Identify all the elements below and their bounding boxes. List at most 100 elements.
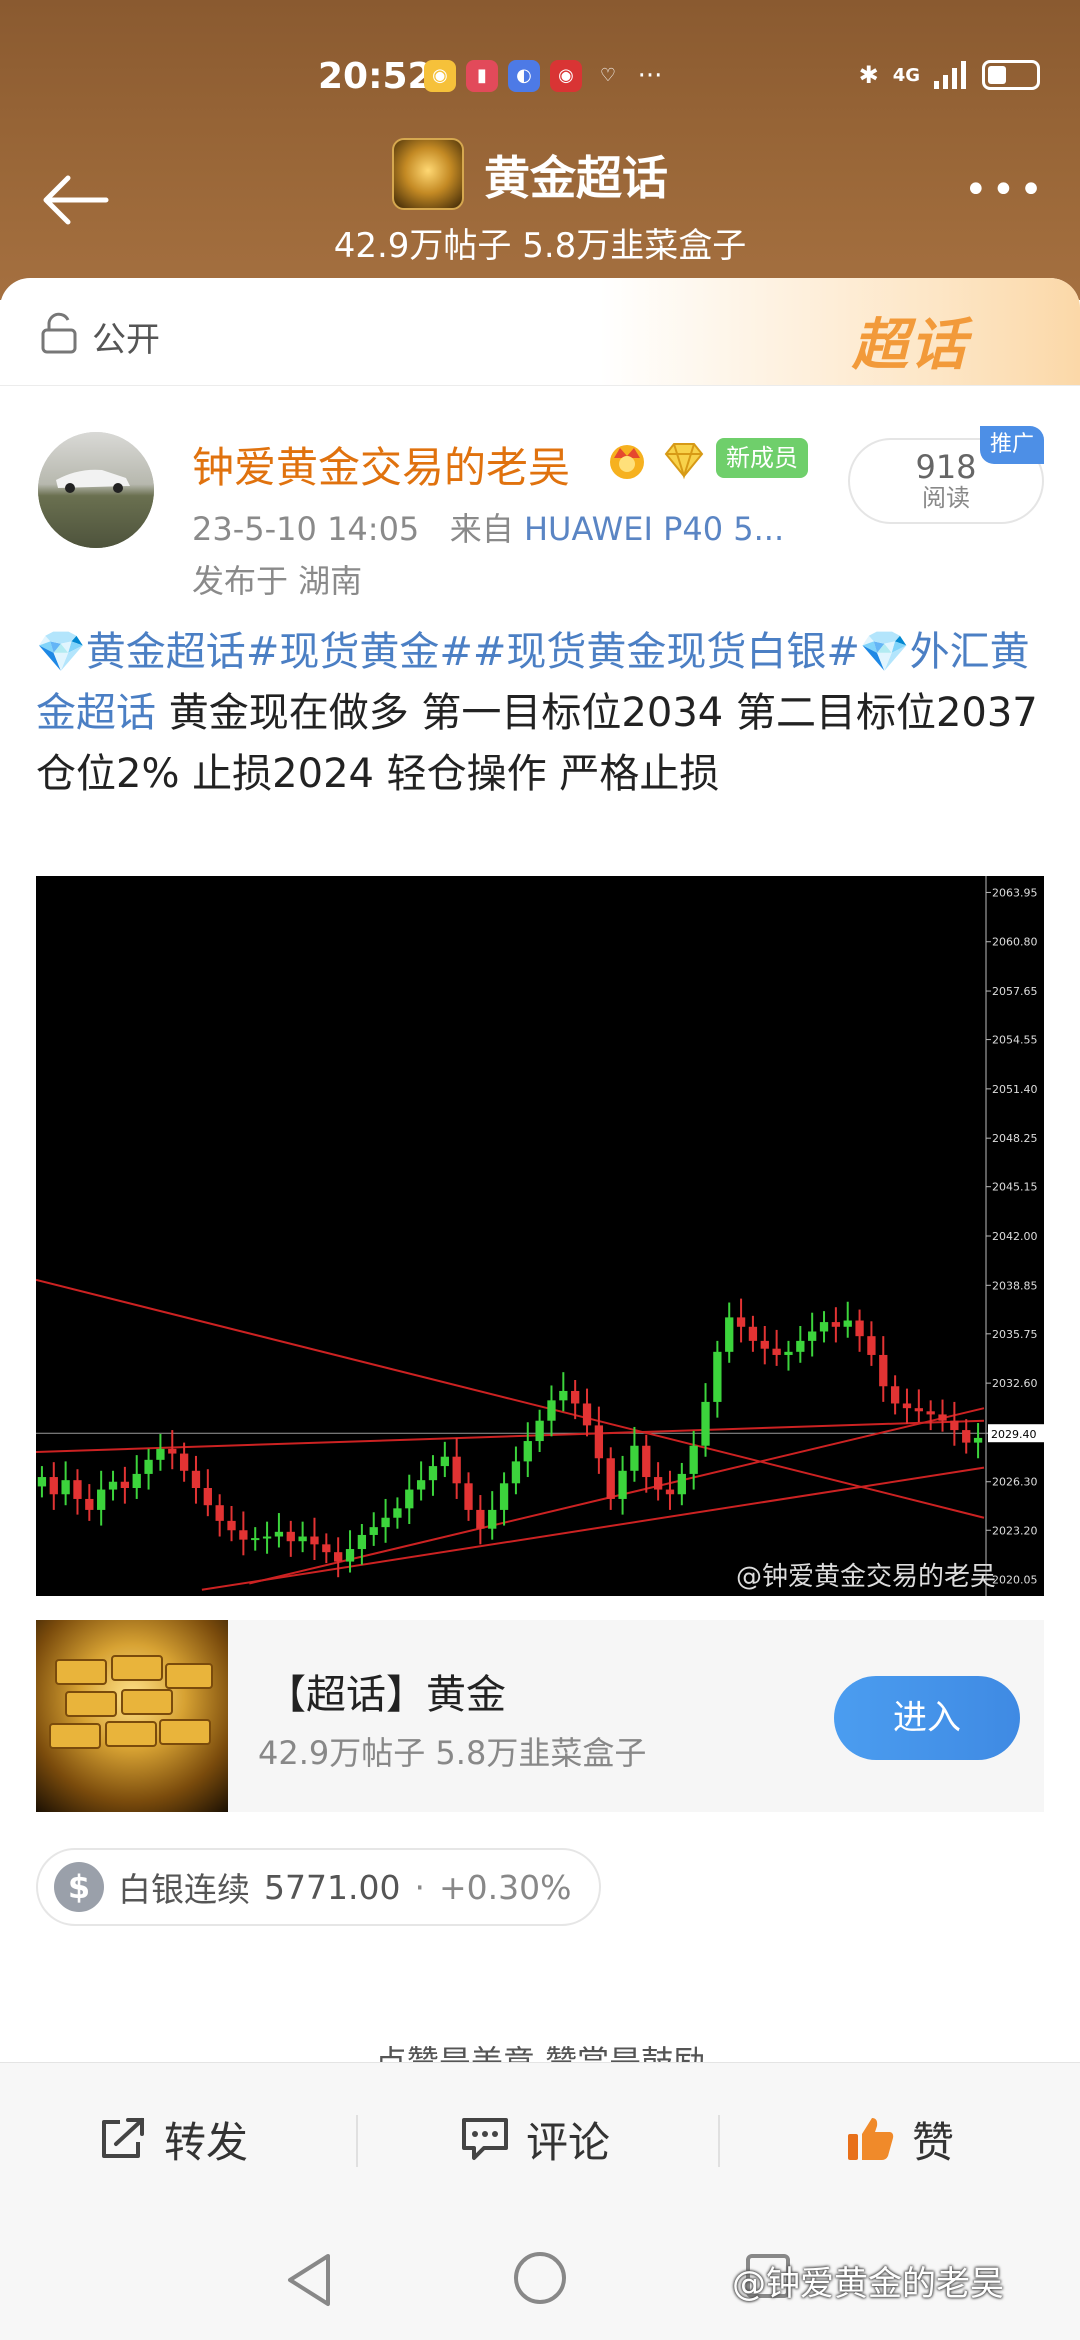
stock-name: 白银连续 <box>118 1870 250 1909</box>
candle-body <box>796 1340 805 1352</box>
candle-body <box>879 1354 888 1387</box>
candle-body <box>156 1448 165 1460</box>
candle-body <box>973 1437 983 1443</box>
unlock-icon <box>41 312 77 354</box>
candle-body <box>760 1340 769 1349</box>
post-text: 黄金现在做多 第一目标位2034 第二目标位2037 仓位2% 止损2024 轻… <box>36 690 1038 797</box>
y-tick-label: 2026.30 <box>992 1476 1038 1489</box>
divider <box>356 2115 358 2167</box>
candle-body <box>334 1552 343 1562</box>
candle-body <box>168 1448 177 1454</box>
candle-body <box>298 1536 307 1542</box>
candle-body <box>476 1509 485 1529</box>
candle-body <box>630 1445 639 1471</box>
candle-body <box>855 1320 864 1337</box>
crown-badge-icon <box>610 445 644 479</box>
repost-label: 转发 <box>164 2117 249 2167</box>
topic-card-stats: 42.9万帖子 5.8万韭菜盒子 <box>258 1734 647 1772</box>
candle-body <box>559 1390 568 1401</box>
chart-watermark: @钟爱黄金交易的老吴 <box>736 1562 997 1592</box>
candle-body <box>642 1445 651 1478</box>
candle-body <box>902 1403 912 1409</box>
more-options-icon[interactable]: ••• <box>964 170 1044 220</box>
reward-hint: 点赞是美意 赞赏是鼓励 <box>374 2043 706 2062</box>
status-app-icons: ◉ ▮ ◐ ◉ ♡ ··· <box>424 60 666 92</box>
topic-stats: 42.9万帖子 5.8万韭菜盒子 <box>333 226 747 266</box>
candle-body <box>488 1509 497 1529</box>
candle-body <box>37 1477 47 1487</box>
candle-body <box>962 1430 971 1443</box>
stock-price: 5771.00 <box>264 1867 401 1907</box>
candle-body <box>535 1420 544 1442</box>
heart-icon: ♡ <box>599 65 617 86</box>
promo-tag: 推广 <box>980 426 1044 464</box>
candle-body <box>511 1461 521 1484</box>
repost-button[interactable]: 转发 <box>98 2063 248 2215</box>
post-location: 发布于 湖南 <box>192 562 363 600</box>
candle-body <box>547 1400 556 1421</box>
candle-body <box>571 1390 580 1404</box>
candle-body <box>286 1531 295 1542</box>
topic-card[interactable]: 【超话】黄金 42.9万帖子 5.8万韭菜盒子 进入 <box>36 1620 1044 1812</box>
candle-body <box>251 1538 260 1541</box>
status-time: 20:52 <box>318 56 433 97</box>
nav-home-icon[interactable] <box>514 2252 566 2304</box>
status-bar: 20:52 ◉ ▮ ◐ ◉ ♡ ··· ✱ 4G <box>0 52 1080 102</box>
candle-body <box>677 1473 686 1495</box>
candle-body <box>618 1470 627 1499</box>
y-tick-label: 2042.00 <box>992 1230 1038 1243</box>
candle-body <box>405 1489 414 1509</box>
y-tick-label: 2023.20 <box>992 1524 1038 1537</box>
comment-icon <box>462 2118 508 2160</box>
candle-body <box>499 1483 509 1510</box>
post-action-bar: 转发 评论 赞 <box>0 2062 1080 2214</box>
candle-body <box>262 1536 272 1539</box>
avatar[interactable] <box>38 432 154 548</box>
enter-topic-button[interactable]: 进入 <box>834 1676 1020 1760</box>
candle-body <box>428 1466 438 1481</box>
candle-body <box>843 1320 852 1327</box>
candle-body <box>132 1473 141 1488</box>
hashtag-link[interactable]: #现货黄金# <box>246 629 473 675</box>
candle-body <box>452 1456 461 1484</box>
candle-body <box>274 1531 284 1537</box>
candle-body <box>689 1445 698 1474</box>
status-more-icon: ··· <box>637 61 663 91</box>
nav-back-icon[interactable] <box>284 2252 334 2308</box>
candle-body <box>144 1459 153 1474</box>
candle-body <box>914 1408 923 1412</box>
post-device[interactable]: HUAWEI P40 5... <box>524 510 784 548</box>
hashtag-link[interactable]: 💎黄金超话 <box>36 629 246 675</box>
visibility-label: 公开 <box>92 320 160 360</box>
candle-body <box>867 1336 876 1355</box>
dollar-icon: $ <box>54 1862 104 1912</box>
gold-bars-thumbnail <box>36 1620 228 1812</box>
current-price-label: 2029.40 <box>991 1428 1037 1441</box>
stock-quote-chip[interactable]: $ 白银连续 5771.00 · +0.30% <box>36 1848 602 1926</box>
candle-body <box>416 1480 426 1490</box>
y-tick-label: 2063.95 <box>992 886 1038 899</box>
hashtag-link[interactable]: #现货黄金现货白银# <box>473 629 860 675</box>
thumbs-up-icon <box>848 2118 894 2160</box>
status-indicators: ✱ 4G <box>859 60 1040 90</box>
candle-body <box>357 1534 367 1550</box>
new-member-badge: 新成员 <box>716 438 808 478</box>
candle-body <box>748 1326 758 1341</box>
candlestick-chart: 2063.95 2060.80 2057.65 2054.55 2051.40 2048.… <box>36 876 1044 1596</box>
bluetooth-icon: ✱ <box>858 61 879 89</box>
candle-body <box>381 1517 390 1528</box>
candle-body <box>890 1386 900 1404</box>
weibo-icon: ◉ <box>424 60 456 92</box>
gold-price-chart[interactable]: 2063.95 2060.80 2057.65 2054.55 2051.40 2048.… <box>36 876 1044 1596</box>
y-tick-label: 2054.55 <box>992 1034 1038 1047</box>
stock-separator: · <box>414 1867 425 1907</box>
like-label: 赞 <box>912 2117 955 2167</box>
y-tick-label: 2057.65 <box>992 985 1038 998</box>
candle-body <box>215 1505 224 1521</box>
candle-body <box>665 1489 675 1495</box>
author-name[interactable]: 钟爱黄金交易的老吴 <box>192 434 570 495</box>
candle-body <box>310 1536 319 1545</box>
like-button[interactable]: 赞 <box>846 2063 954 2215</box>
comment-button[interactable]: 评论 <box>460 2063 610 2215</box>
candle-body <box>950 1420 959 1431</box>
